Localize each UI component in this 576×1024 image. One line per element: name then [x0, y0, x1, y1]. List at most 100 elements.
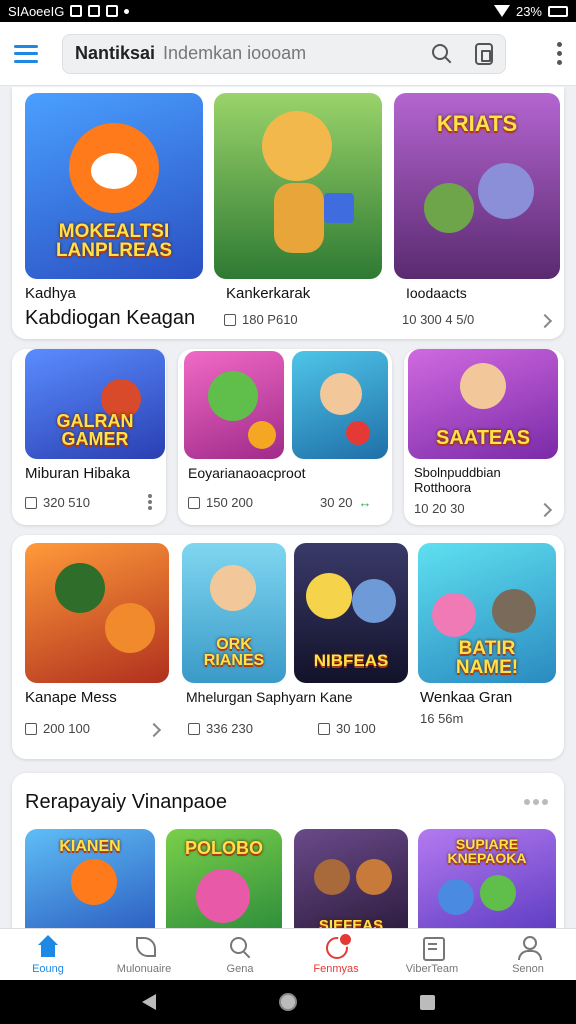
back-icon[interactable] [141, 994, 156, 1010]
notification-icon [106, 5, 119, 17]
download-icon [188, 722, 200, 735]
game-thumbnail[interactable]: SAATEAS [408, 349, 558, 459]
featured-title: Kabdiogan Keagan [25, 307, 196, 329]
game-tile[interactable]: MOKEALTSI LANPLREAS Kadhya [25, 93, 203, 302]
featured-meta: 180 P610 [224, 312, 298, 327]
game-thumbnail[interactable] [184, 351, 284, 459]
arrow-icon[interactable] [537, 313, 553, 329]
list-icon [318, 722, 330, 735]
game-thumbnail[interactable]: KRIATS [394, 93, 560, 279]
game-tile[interactable]: KRIATS Ioodaacts [394, 93, 560, 301]
game-logo: BATIR NAME! [455, 638, 519, 678]
search-bar[interactable]: Nantiksai Indemkan ioooam [62, 33, 506, 74]
game-thumbnail[interactable]: SUPIARE KNEPAOKA [418, 829, 556, 929]
arrow-icon[interactable] [146, 722, 162, 738]
game-title: Kadhya [25, 285, 76, 302]
recent-apps-icon[interactable] [419, 994, 435, 1010]
more-options-icon[interactable] [556, 42, 562, 65]
search-app-name: Nantiksai [75, 43, 156, 63]
search-icon [228, 935, 252, 959]
game-title: Eoyarianaoacproot [188, 465, 306, 481]
game-logo: ORK RIANES [203, 636, 265, 669]
game-tile[interactable]: BATIR NAME! Wenkaa Gran 16 56m [418, 543, 556, 726]
main-content: MOKEALTSI LANPLREAS Kadhya Kankerkarak K… [0, 87, 576, 929]
nav-profile[interactable]: Senon [480, 929, 576, 980]
system-navigation [0, 980, 576, 1024]
game-tile[interactable]: Kanape Mess 200 100 [25, 543, 169, 738]
game-meta: 30 20 ↔ [320, 495, 372, 510]
download-icon [25, 722, 37, 735]
game-logo: KIANEN [59, 838, 121, 855]
user-icon [516, 935, 542, 960]
dot-icon [124, 8, 130, 14]
game-meta: 200 100 [25, 721, 90, 736]
game-meta: 150 200 [188, 495, 253, 510]
game-tile[interactable]: ORK RIANES [182, 543, 286, 683]
battery-text: 23% [515, 3, 542, 19]
top-app-bar: Nantiksai Indemkan ioooam [0, 22, 576, 86]
nav-home[interactable]: Eoung [0, 929, 96, 980]
leaf-icon [132, 935, 156, 959]
featured-meta: 10 300 4 5/0 [402, 312, 475, 327]
game-thumbnail[interactable] [292, 351, 388, 459]
game-thumbnail[interactable]: SIEFEAS [294, 829, 408, 929]
status-bar: SIAoeeIG 23% [0, 0, 576, 22]
nav-list[interactable]: ViberTeam [384, 929, 480, 980]
game-logo: SAATEAS [435, 427, 531, 449]
game-thumbnail[interactable]: NIBFEAS [294, 543, 408, 683]
game-title: Mhelurgan Saphyarn Kane [186, 689, 353, 705]
download-icon [224, 313, 236, 326]
share-icon[interactable]: ↔ [359, 495, 372, 510]
kebab-icon[interactable] [148, 494, 152, 510]
nav-notifications[interactable]: Fenmyas [288, 929, 384, 980]
game-card[interactable]: GALRAN GAMER Miburan Hibaka 320 510 [12, 349, 166, 525]
nav-search[interactable]: Gena [192, 929, 288, 980]
section-title: Rerapayaiy Vinanpaoe [25, 791, 228, 813]
featured-card: MOKEALTSI LANPLREAS Kadhya Kankerkarak K… [12, 87, 564, 339]
game-logo: SUPIARE KNEPAOKA [447, 836, 527, 866]
games-row-card: Kanape Mess 200 100 ORK RIANES NIBFEAS M… [12, 535, 564, 759]
game-meta: 10 20 30 [414, 501, 465, 516]
bottom-navigation: Eoung Mulonuaire Gena Fenmyas ViberTeam … [0, 928, 576, 980]
game-thumbnail[interactable]: MOKEALTSI LANPLREAS [25, 93, 203, 279]
game-tile[interactable]: Kankerkarak [214, 93, 382, 302]
game-logo: KRIATS [436, 111, 518, 136]
game-logo: MOKEALTSI LANPLREAS [55, 221, 173, 262]
list-icon [420, 935, 445, 961]
game-thumbnail[interactable]: ORK RIANES [182, 543, 286, 683]
status-text: SIAoeeIG [8, 3, 65, 19]
game-card[interactable]: Eoyarianaoacproot 150 200 30 20 ↔ [178, 349, 392, 525]
notification-icon [88, 5, 101, 17]
wifi-icon [493, 5, 510, 17]
notification-icon [70, 5, 83, 17]
search-icon[interactable] [431, 43, 453, 65]
game-title: Wenkaa Gran [420, 689, 513, 706]
game-thumbnail[interactable] [214, 93, 382, 279]
arrow-icon[interactable] [537, 502, 553, 518]
game-meta: 30 100 [318, 721, 376, 736]
search-placeholder[interactable]: Indemkan ioooam [163, 43, 425, 64]
download-icon [188, 496, 200, 509]
home-circle-icon[interactable] [278, 993, 297, 1011]
game-thumbnail[interactable] [25, 543, 169, 683]
game-title: Kankerkarak [226, 285, 311, 302]
home-icon [36, 934, 60, 959]
bell-icon [324, 931, 353, 959]
nav-leaf[interactable]: Mulonuaire [96, 929, 192, 980]
qr-icon[interactable] [475, 42, 493, 65]
game-title: Miburan Hibaka [25, 465, 131, 482]
battery-icon [548, 5, 568, 17]
more-icon[interactable] [524, 799, 548, 805]
game-thumbnail[interactable]: POLOBO [166, 829, 282, 929]
menu-icon[interactable] [14, 44, 38, 63]
game-thumbnail[interactable]: GALRAN GAMER [25, 349, 165, 459]
game-meta: 320 510 [25, 495, 90, 510]
game-title: Ioodaacts [406, 285, 467, 301]
game-thumbnail[interactable]: KIANEN [25, 829, 155, 929]
game-card[interactable]: SAATEAS Sbolnpuddbian Rotthoora 10 20 30 [404, 349, 564, 525]
game-thumbnail[interactable]: BATIR NAME! [418, 543, 556, 683]
game-tile[interactable]: NIBFEAS [294, 543, 408, 683]
download-icon [25, 496, 37, 509]
game-title: Kanape Mess [25, 689, 117, 706]
game-meta: 16 56m [420, 711, 464, 726]
